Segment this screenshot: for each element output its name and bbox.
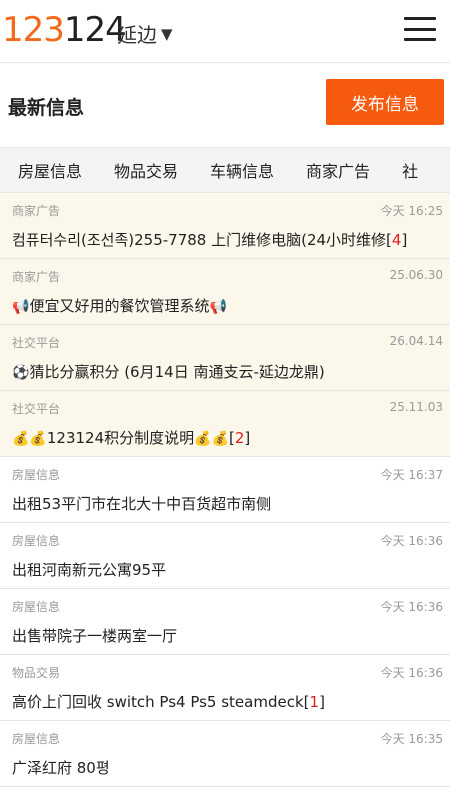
emoji-prefix: 📢	[12, 299, 30, 315]
emoji-suffix: 📢	[209, 299, 227, 315]
list-item[interactable]: 商家广告 25.06.30 📢便宜又好用的餐饮管理系统📢	[0, 259, 450, 325]
post-list: 商家广告 今天 16:25 컴퓨터수리(조선족)255-7788 上门维修电脑(24…	[0, 193, 450, 787]
item-category: 商家广告	[12, 270, 61, 284]
item-title: ⚽猜比分赢积分 (6月14日 南通支云-延边龙鼎)	[12, 361, 446, 382]
list-item[interactable]: 房屋信息 今天 16:37 出租53平门市在北大十中百货超市南侧	[0, 457, 450, 523]
comment-count: 2	[234, 429, 245, 447]
item-title-text: 广泽红府 80평	[12, 759, 110, 777]
emoji-prefix: 💰💰	[12, 431, 47, 447]
item-title: 出租53平门市在北大十中百货超市南侧	[12, 493, 446, 514]
hamburger-menu-icon[interactable]	[404, 17, 436, 41]
list-item[interactable]: 社交平台 26.04.14 ⚽猜比分赢积分 (6月14日 南通支云-延边龙鼎)	[0, 325, 450, 391]
item-time: 今天 16:25	[380, 204, 443, 218]
tab-goods[interactable]: 物品交易	[96, 158, 192, 182]
item-category: 房屋信息	[12, 732, 61, 746]
item-category: 房屋信息	[12, 468, 61, 482]
item-time: 今天 16:35	[380, 732, 443, 746]
site-logo[interactable]: 123124	[2, 10, 127, 50]
item-title: 📢便宜又好用的餐饮管理系统📢	[12, 295, 446, 316]
menu-line	[404, 17, 436, 20]
item-time: 今天 16:36	[380, 666, 443, 680]
list-item[interactable]: 社交平台 25.11.03 💰💰123124积分制度说明💰💰[2]	[0, 391, 450, 457]
item-title-text: 高价上门回收 switch Ps4 Ps5 steamdeck	[12, 693, 304, 711]
item-title: 💰💰123124积分制度说明💰💰[2]	[12, 429, 251, 447]
tab-housing[interactable]: 房屋信息	[0, 158, 96, 182]
tab-social[interactable]: 社	[384, 158, 432, 182]
item-time: 今天 16:37	[380, 468, 443, 482]
item-category: 房屋信息	[12, 534, 61, 548]
item-time: 25.11.03	[389, 400, 443, 414]
list-item[interactable]: 房屋信息 今天 16:36 出售带院子一楼两室一厅	[0, 589, 450, 655]
caret-down-icon: ▼	[161, 24, 173, 43]
top-bar: 123124 延边 ▼	[0, 0, 450, 63]
list-item[interactable]: 房屋信息 今天 16:35 广泽红府 80평	[0, 721, 450, 787]
section-title: 最新信息	[8, 97, 85, 119]
item-time: 25.06.30	[389, 268, 443, 282]
list-item[interactable]: 物品交易 今天 16:36 高价上门回收 switch Ps4 Ps5 steamd…	[0, 655, 450, 721]
emoji-suffix: 💰💰	[194, 431, 230, 447]
publish-button[interactable]: 发布信息	[326, 79, 444, 125]
item-category: 房屋信息	[12, 600, 61, 614]
item-title: 广泽红府 80평	[12, 757, 446, 778]
item-title: 出租河南新元公寓95平	[12, 559, 446, 580]
item-title-text: 컴퓨터수리(조선족)255-7788 上门维修电脑(24小时维修	[12, 231, 387, 249]
category-tabs: 房屋信息 物品交易 车辆信息 商家广告 社	[0, 147, 450, 193]
section-header: 最新信息 发布信息	[0, 63, 450, 147]
list-item[interactable]: 商家广告 今天 16:25 컴퓨터수리(조선족)255-7788 上门维修电脑(24…	[0, 193, 450, 259]
item-title-text: 出租53平门市在北大十中百货超市南侧	[12, 495, 272, 513]
item-category: 物品交易	[12, 666, 61, 680]
city-selector[interactable]: 延边 ▼	[117, 19, 173, 48]
emoji-prefix: ⚽	[12, 365, 30, 381]
comment-count: 4	[391, 231, 402, 249]
item-category: 社交平台	[12, 336, 61, 350]
tab-merchant-ads[interactable]: 商家广告	[288, 158, 384, 182]
item-time: 26.04.14	[389, 334, 443, 348]
item-title-text: 便宜又好用的餐饮管理系统	[29, 297, 210, 315]
item-time: 今天 16:36	[380, 600, 443, 614]
item-title: 高价上门回收 switch Ps4 Ps5 steamdeck[1]	[12, 693, 325, 711]
item-title-text: 123124积分制度说明	[46, 429, 195, 447]
logo-orange-part: 123	[2, 10, 65, 50]
item-category: 商家广告	[12, 204, 61, 218]
item-title: 出售带院子一楼两室一厅	[12, 625, 446, 646]
item-title-text: 出租河南新元公寓95平	[12, 561, 167, 579]
item-time: 今天 16:36	[380, 534, 443, 548]
city-label: 延边	[117, 23, 157, 47]
tab-vehicles[interactable]: 车辆信息	[192, 158, 288, 182]
item-title-text: 猜比分赢积分 (6月14日 南通支云-延边龙鼎)	[29, 363, 325, 381]
list-item[interactable]: 房屋信息 今天 16:36 出租河南新元公寓95平	[0, 523, 450, 589]
item-title: 컴퓨터수리(조선족)255-7788 上门维修电脑(24小时维修[4]	[12, 231, 408, 249]
menu-line	[404, 38, 436, 41]
menu-line	[404, 27, 436, 31]
item-category: 社交平台	[12, 402, 61, 416]
item-title-text: 出售带院子一楼两室一厅	[12, 627, 178, 645]
comment-count: 1	[309, 693, 320, 711]
